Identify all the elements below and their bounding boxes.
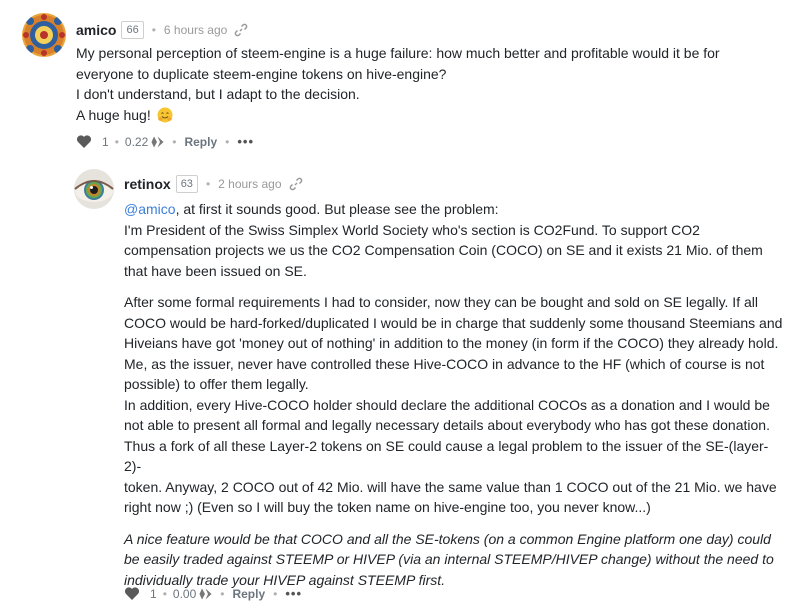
- hive-icon: [151, 136, 164, 148]
- comment-body: @amico, at first it sounds good. But ple…: [124, 199, 784, 590]
- comment-line: not able to present all formal and legal…: [124, 417, 770, 433]
- comment-line: compensation projects we us the CO2 Comp…: [124, 242, 763, 258]
- comment-line-text: A huge hug!: [76, 106, 151, 123]
- comment-line: token. Anyway, 2 COCO out of 42 Mio. wil…: [124, 478, 777, 495]
- comment-footer: 1 • 0.00 • Reply • •••: [124, 586, 302, 601]
- avatar-amico[interactable]: [22, 13, 66, 57]
- separator-dot: •: [151, 23, 156, 37]
- avatar-retinox[interactable]: [74, 169, 114, 209]
- separator-dot: •: [205, 177, 211, 191]
- comment-line: right now ;) (Even so I will buy the tok…: [124, 499, 651, 515]
- comment-line-italic: be easily traded against STEEMP or HIVEP…: [124, 551, 774, 567]
- vote-count[interactable]: 1: [150, 587, 157, 601]
- author-name[interactable]: retinox: [124, 176, 171, 192]
- reputation-badge: 66: [121, 21, 144, 39]
- comment-line-last: A huge hug!: [76, 105, 720, 126]
- reply-button[interactable]: Reply: [232, 587, 265, 601]
- comment-header: retinox 63 • 2 hours ago: [124, 173, 303, 195]
- separator-dot: •: [162, 586, 167, 601]
- hugging-emoji-icon: [157, 107, 173, 123]
- comment-line: I don't understand, but I adapt to the d…: [76, 86, 360, 102]
- comment-line: Thus a fork of all these Layer-2 tokens …: [124, 437, 769, 475]
- comment-line: After some formal requirements I had to …: [124, 294, 758, 310]
- separator-dot: •: [172, 134, 177, 149]
- timestamp[interactable]: 6 hours ago: [164, 23, 227, 37]
- separator-dot: •: [220, 586, 225, 601]
- comment-footer: 1 • 0.22 • Reply • •••: [76, 134, 254, 149]
- separator-dot: •: [114, 134, 119, 149]
- heart-upvote-icon[interactable]: [124, 586, 140, 601]
- more-options-button[interactable]: •••: [285, 586, 302, 601]
- comment-body: My personal perception of steem-engine i…: [76, 43, 720, 125]
- reputation-badge: 63: [175, 175, 198, 193]
- comment-line: @amico, at first it sounds good. But ple…: [124, 199, 784, 220]
- comment-line: In addition, every Hive-COCO holder shou…: [124, 396, 770, 413]
- comment-line: My personal perception of steem-engine i…: [76, 45, 720, 61]
- separator-dot: •: [225, 134, 230, 149]
- comment-line: that have been issued on SE.: [124, 262, 307, 279]
- payout-amount[interactable]: 0.00: [173, 587, 196, 601]
- reply-button[interactable]: Reply: [184, 135, 217, 149]
- author-name[interactable]: amico: [76, 22, 116, 38]
- comment-line: Me, as the issuer, never have controlled…: [124, 355, 765, 372]
- comment-line-italic: A nice feature would be that COCO and al…: [124, 530, 771, 547]
- link-icon[interactable]: [234, 23, 248, 37]
- mention-link[interactable]: @amico: [124, 201, 176, 217]
- comment-line-text: , at first it sounds good. But please se…: [175, 201, 499, 217]
- separator-dot: •: [273, 586, 278, 601]
- comment-header: amico 66 • 6 hours ago: [76, 19, 248, 41]
- hive-icon: [199, 588, 212, 600]
- more-options-button[interactable]: •••: [237, 134, 254, 149]
- comment-line: Hiveians have got 'money out of nothing'…: [124, 335, 779, 351]
- comment-line: possible) to offer them legally.: [124, 376, 309, 392]
- link-icon[interactable]: [289, 177, 303, 191]
- timestamp[interactable]: 2 hours ago: [218, 177, 281, 191]
- comment-line: I'm President of the Swiss Simplex World…: [124, 221, 700, 238]
- vote-count[interactable]: 1: [102, 135, 109, 149]
- payout-amount[interactable]: 0.22: [125, 135, 148, 149]
- heart-upvote-icon[interactable]: [76, 134, 92, 149]
- comment-line: everyone to duplicate steem-engine token…: [76, 65, 447, 82]
- comment-line: COCO would be hard-forked/duplicated I w…: [124, 314, 783, 331]
